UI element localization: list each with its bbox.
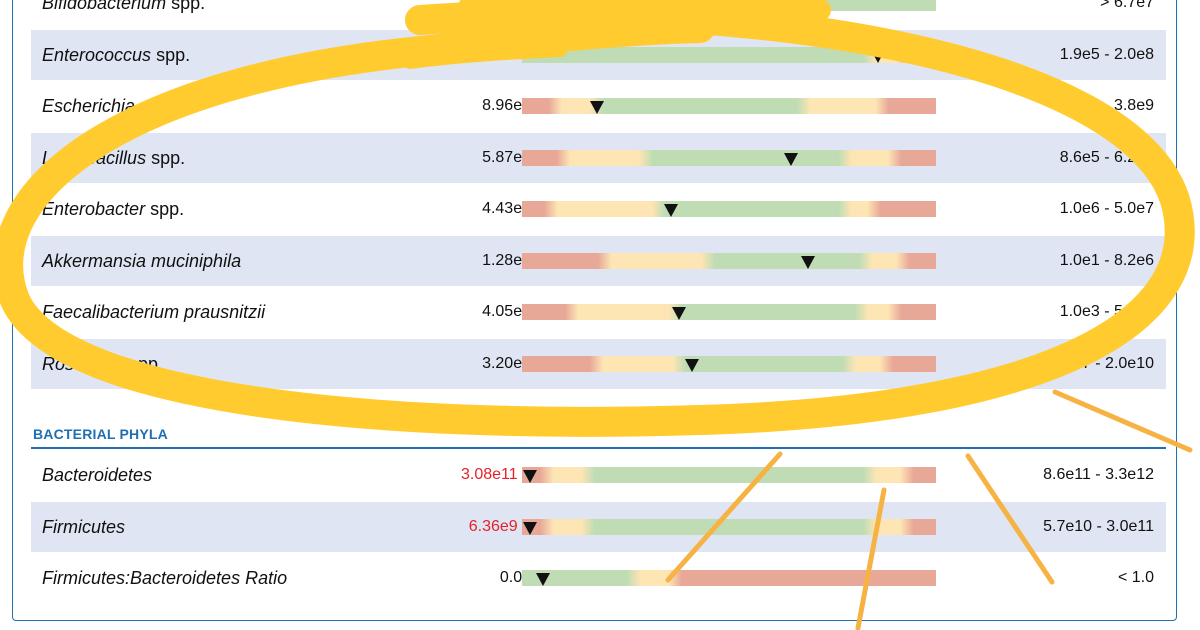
- organism-name-suffix: spp.: [146, 147, 186, 168]
- organism-name-suffix: spp.: [151, 44, 191, 65]
- section-divider: [31, 447, 1166, 449]
- value-marker-icon: [771, 0, 786, 11]
- reference-bar: [522, 252, 936, 269]
- reference-range: 8.6e5 - 6.2e8: [1059, 148, 1154, 166]
- organism-name: Roseburia spp.: [42, 339, 163, 389]
- reference-bar: [522, 0, 936, 11]
- organism-name-text: Escherichia: [42, 96, 136, 116]
- reference-range: > 6.7e7: [1100, 0, 1154, 11]
- reference-range: < 1.0: [1117, 569, 1154, 586]
- value-marker-icon: [523, 521, 538, 535]
- value-marker-icon: [672, 307, 687, 320]
- organism-name: Firmicutes:Bacteroidetes Ratio: [42, 553, 287, 603]
- organism-name: Enterococcus spp.: [42, 30, 190, 80]
- table-row: Bacteroidetes 3.08e11 L 8.6e11 - 3.3e12: [31, 450, 1166, 500]
- measured-value: 3.08e11 L: [461, 466, 531, 483]
- reference-bar: [522, 570, 936, 586]
- organism-name-text: Bacteroidetes: [42, 465, 153, 485]
- value-marker-icon: [523, 470, 538, 483]
- value-marker-icon: [684, 358, 699, 372]
- table-row: Enterococcus spp. 9.65e7 1.9e5 - 2.0e8: [31, 29, 1166, 80]
- organism-name-text: Akkermansia muciniphila: [42, 250, 242, 271]
- organism-name: Enterobacter spp.: [42, 184, 184, 234]
- table-row: Firmicutes 6.36e9 L 5.7e10 - 3.0e11: [31, 501, 1166, 552]
- reference-bar: [522, 201, 936, 217]
- reference-bar: [522, 98, 936, 114]
- value-marker-icon: [784, 152, 799, 166]
- reference-bar: [522, 304, 936, 320]
- reference-range: 1.9e5 - 2.0e8: [1059, 45, 1154, 63]
- organism-name-suffix: spp.: [124, 353, 164, 374]
- table-row: Bifidobacterium spp. 1.71e9 > 6.7e7: [31, 0, 1166, 28]
- table-row: Roseburia spp. 3.20e8 1.0e7 - 2.0e10: [31, 338, 1166, 389]
- reference-range: 8.6e11 - 3.3e12: [1043, 466, 1154, 483]
- organism-name: Escherichia spp.: [42, 81, 174, 131]
- organism-name-text: Enterobacter: [42, 199, 146, 219]
- organism-name: Bacteroidetes: [42, 450, 152, 500]
- reference-bar: [522, 149, 936, 166]
- value-marker-icon: [664, 204, 679, 217]
- organism-name-suffix: spp.: [145, 199, 185, 219]
- table-row: Firmicutes:Bacteroidetes Ratio 0.02 < 1.0: [31, 553, 1166, 603]
- organism-name-suffix: spp.: [166, 0, 206, 13]
- table-row: Lactobacillus spp. 5.87e7 8.6e5 - 6.2e8: [31, 132, 1166, 183]
- reference-range: 1.0e3 - 5.0e8: [1059, 303, 1154, 320]
- reference-bar: [522, 355, 936, 372]
- value-marker-icon: [871, 49, 886, 63]
- reference-range: 5.7e10 - 3.0e11: [1043, 517, 1154, 535]
- table-row: Escherichia spp. 8.96e6 3.7e6 - 3.8e9: [31, 81, 1166, 131]
- value-marker-icon: [589, 101, 604, 114]
- table-row: Enterobacter spp. 4.43e6 1.0e6 - 5.0e7: [31, 184, 1166, 234]
- table-row: Faecalibacterium prausnitzii 4.05e4 1.0e3 …: [31, 287, 1166, 337]
- organism-name: Akkermansia muciniphila: [42, 236, 241, 286]
- organism-name-text: Firmicutes: [42, 516, 126, 537]
- table-row: Akkermansia muciniphila 1.28e5 1.0e1 - 8.2…: [31, 235, 1166, 286]
- organism-name: Bifidobacterium spp.: [42, 0, 205, 28]
- organism-name: Firmicutes: [42, 502, 125, 552]
- section-title-bacterial-phyla: BACTERIAL PHYLA: [33, 426, 168, 442]
- organism-name-suffix: spp.: [135, 96, 175, 116]
- organism-name-text: Enterococcus: [42, 44, 152, 65]
- reference-range: 1.0e7 - 2.0e10: [1050, 354, 1154, 372]
- reference-bar: [522, 518, 936, 535]
- reference-range: 3.7e6 - 3.8e9: [1059, 97, 1154, 114]
- organism-name-text: Bifidobacterium: [42, 0, 167, 13]
- organism-name: Faecalibacterium prausnitzii: [42, 287, 265, 337]
- organism-name-text: Firmicutes:Bacteroidetes Ratio: [42, 568, 288, 588]
- reference-bar: [522, 467, 936, 483]
- reference-bar: [522, 46, 936, 63]
- reference-range: 1.0e1 - 8.2e6: [1059, 251, 1154, 269]
- value-marker-icon: [800, 255, 815, 269]
- organism-name-text: Lactobacillus: [42, 147, 147, 168]
- value-marker-icon: [535, 573, 550, 586]
- reference-range: 1.0e6 - 5.0e7: [1059, 200, 1154, 217]
- organism-name: Lactobacillus spp.: [42, 133, 185, 183]
- organism-name-text: Roseburia: [42, 353, 125, 374]
- organism-name-text: Faecalibacterium prausnitzii: [42, 302, 266, 322]
